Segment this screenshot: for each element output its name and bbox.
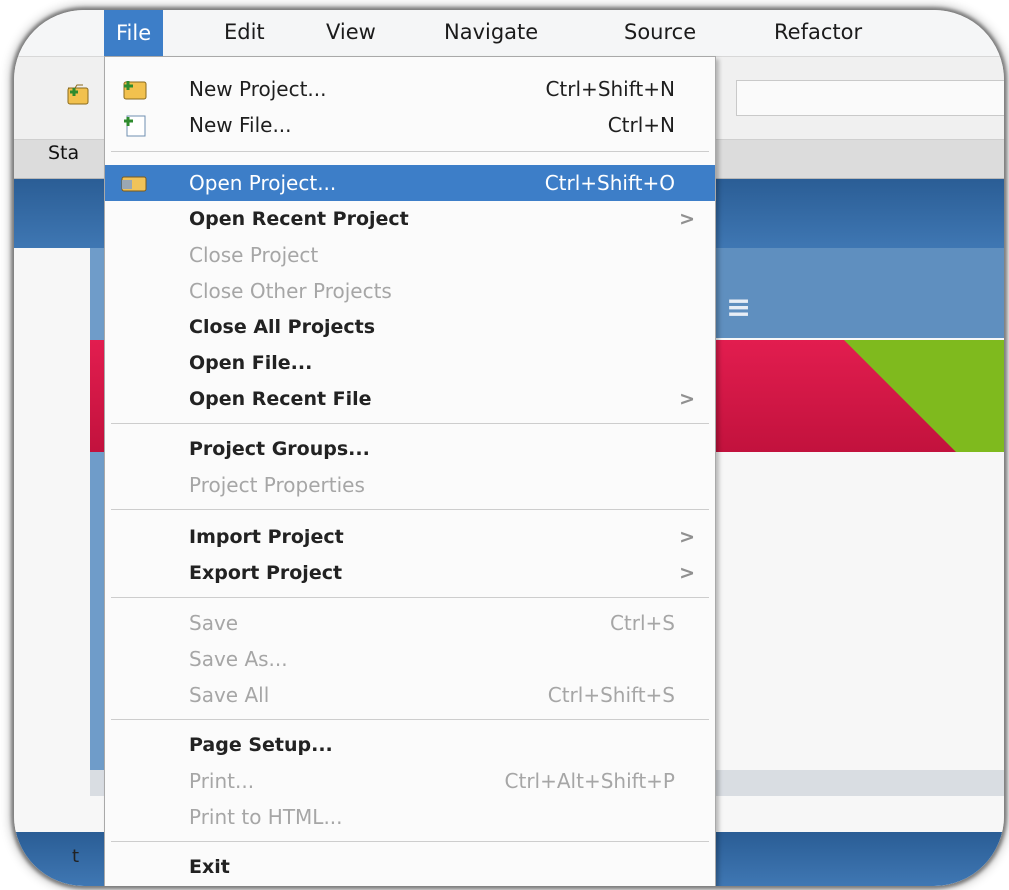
menu-item-close-other-projects[interactable]: Close Other Projects: [105, 273, 715, 309]
menu-item-project-properties[interactable]: Project Properties: [105, 467, 715, 503]
menu-item-import-project[interactable]: Import Project >: [105, 519, 715, 555]
menu-item-open-project[interactable]: Open Project... Ctrl+Shift+O: [105, 165, 715, 201]
menu-source[interactable]: Source: [624, 18, 696, 46]
tab-start-page[interactable]: Sta: [48, 142, 79, 164]
menu-item-label: Import Project: [189, 526, 344, 548]
menu-item-label: Save As...: [189, 647, 288, 671]
menu-item-label: Print to HTML...: [189, 805, 343, 829]
new-file-icon: [124, 115, 146, 137]
ide-window: ≡ t Sta File Edit View Navigate Source R…: [14, 10, 1004, 886]
menu-item-label: Project Properties: [189, 473, 365, 497]
menu-item-new-project[interactable]: New Project... Ctrl+Shift+N: [105, 71, 715, 107]
menu-separator: [111, 719, 709, 720]
menu-item-open-recent-project[interactable]: Open Recent Project >: [105, 201, 715, 237]
submenu-arrow-icon: >: [679, 208, 695, 230]
menu-item-shortcut: Ctrl+Shift+S: [547, 683, 675, 707]
menu-item-save-as[interactable]: Save As...: [105, 641, 715, 677]
menu-item-label: Export Project: [189, 562, 343, 584]
menu-separator: [111, 423, 709, 424]
menu-item-label: New File...: [189, 113, 292, 137]
menu-refactor[interactable]: Refactor: [774, 18, 862, 46]
menu-item-open-file[interactable]: Open File...: [105, 345, 715, 381]
start-page-menu-glyph-icon: ≡: [726, 290, 752, 325]
menu-item-label: Open Recent File: [189, 388, 372, 410]
menu-item-new-file[interactable]: New File... Ctrl+N: [105, 107, 715, 143]
menu-separator: [111, 841, 709, 842]
menu-item-label: Close Other Projects: [189, 279, 392, 303]
toolbar-search-box[interactable]: [736, 80, 1004, 116]
start-page-side-band: [90, 248, 104, 788]
submenu-arrow-icon: >: [679, 388, 695, 410]
menu-separator: [111, 509, 709, 510]
menu-view[interactable]: View: [326, 18, 376, 46]
menu-edit[interactable]: Edit: [224, 18, 265, 46]
menu-item-save-all[interactable]: Save All Ctrl+Shift+S: [105, 677, 715, 713]
menu-item-export-project[interactable]: Export Project >: [105, 555, 715, 591]
menu-item-shortcut: Ctrl+Alt+Shift+P: [504, 769, 675, 793]
menu-item-open-recent-file[interactable]: Open Recent File >: [105, 381, 715, 417]
menu-item-print[interactable]: Print... Ctrl+Alt+Shift+P: [105, 763, 715, 799]
open-project-icon: [121, 176, 147, 192]
menu-item-label: Exit: [189, 856, 230, 878]
menu-item-label: Open File...: [189, 352, 313, 374]
menu-item-label: Open Project...: [189, 171, 337, 195]
menu-item-label: New Project...: [189, 77, 327, 101]
submenu-arrow-icon: >: [679, 562, 695, 584]
menu-item-exit[interactable]: Exit: [105, 849, 715, 885]
menu-item-print-to-html[interactable]: Print to HTML...: [105, 799, 715, 835]
submenu-arrow-icon: >: [679, 526, 695, 548]
menu-item-shortcut: Ctrl+Shift+N: [545, 77, 675, 101]
menu-separator: [111, 151, 709, 152]
bottom-panel-label: t: [72, 846, 80, 867]
menu-item-close-all-projects[interactable]: Close All Projects: [105, 309, 715, 345]
menu-file[interactable]: File: [104, 10, 164, 56]
menu-item-label: Save: [189, 611, 239, 635]
new-project-icon: [123, 81, 147, 100]
menu-item-shortcut: Ctrl+Shift+O: [544, 171, 675, 195]
menu-item-label: Print...: [189, 769, 255, 793]
menu-item-label: Page Setup...: [189, 734, 333, 756]
menu-item-label: Open Recent Project: [189, 208, 409, 230]
menu-item-project-groups[interactable]: Project Groups...: [105, 431, 715, 467]
menu-item-label: Project Groups...: [189, 438, 370, 460]
menu-navigate[interactable]: Navigate: [444, 18, 538, 46]
menu-item-label: Save All: [189, 683, 270, 707]
menu-item-save[interactable]: Save Ctrl+S: [105, 605, 715, 641]
menu-item-shortcut: Ctrl+N: [607, 113, 675, 137]
menu-item-label: Close Project: [189, 243, 319, 267]
menu-item-close-project[interactable]: Close Project: [105, 237, 715, 273]
menu-item-label: Close All Projects: [189, 316, 376, 338]
file-menu-dropdown: New Project... Ctrl+Shift+N New File... …: [104, 56, 716, 886]
menubar: File Edit View Navigate Source Refactor: [14, 10, 1004, 57]
menu-item-shortcut: Ctrl+S: [609, 611, 675, 635]
menu-item-page-setup[interactable]: Page Setup...: [105, 727, 715, 763]
menu-separator: [111, 597, 709, 598]
new-project-toolbar-icon[interactable]: [64, 82, 92, 108]
